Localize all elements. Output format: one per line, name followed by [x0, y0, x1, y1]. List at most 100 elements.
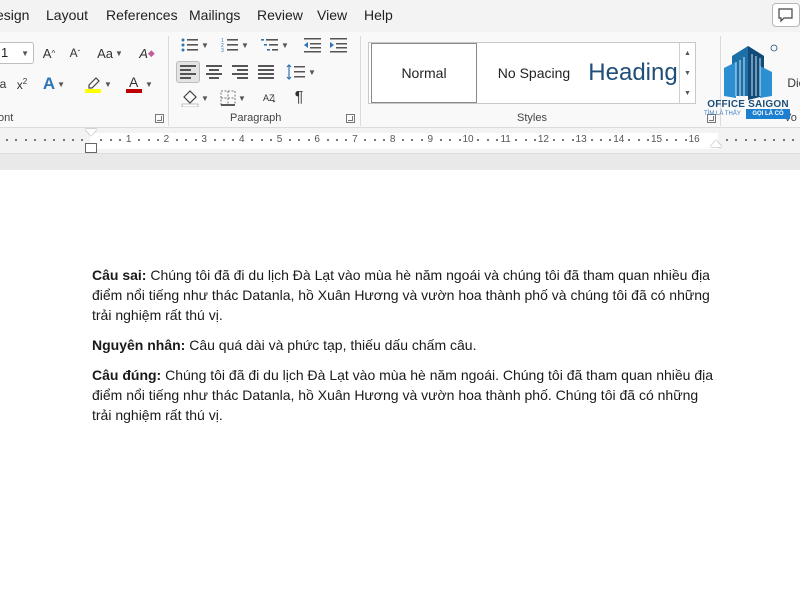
chevron-down-icon: ▼ — [281, 40, 289, 50]
align-center-button[interactable] — [202, 61, 226, 83]
chevron-down-icon: ▼ — [238, 93, 246, 103]
tab-layout[interactable]: Layout — [46, 7, 88, 23]
left-indent-marker[interactable] — [85, 143, 97, 153]
strikethrough-icon: a — [0, 77, 7, 91]
shrink-font-button[interactable]: Aˇ — [64, 42, 86, 64]
ruler-tick — [222, 139, 225, 141]
ruler-tick — [260, 139, 263, 141]
horizontal-ruler[interactable]: 1 2 3 4 5 6 7 8 9 10 11 12 13 14 15 16 — [0, 128, 800, 154]
ruler-tick — [439, 139, 442, 141]
ruler-tick — [420, 139, 423, 141]
paragraph-label: Câu đúng: — [92, 367, 162, 383]
paragraph-reason[interactable]: Nguyên nhân: Câu quá dài và phức tạp, th… — [92, 335, 720, 355]
ruler-tick — [773, 139, 776, 141]
ruler-label: 15 — [650, 134, 663, 145]
building-logo-icon — [724, 44, 778, 100]
justify-icon — [258, 63, 274, 81]
increase-indent-icon — [330, 38, 347, 53]
tab-references[interactable]: References — [106, 7, 178, 23]
increase-indent-button[interactable] — [328, 34, 350, 56]
tab-design[interactable]: esign — [0, 7, 29, 23]
ruler-tick — [524, 139, 527, 141]
text-effects-button[interactable]: A ▼ — [38, 73, 70, 95]
styles-group-label: Styles — [517, 112, 547, 124]
ruler-tick — [486, 139, 489, 141]
paragraph-group-label: Paragraph — [230, 112, 282, 124]
style-no-spacing[interactable]: No Spacing — [481, 43, 587, 103]
align-right-button[interactable] — [228, 61, 252, 83]
ruler-tick — [496, 139, 499, 141]
style-normal[interactable]: Normal — [371, 43, 477, 103]
ruler-tick — [270, 139, 273, 141]
paragraph-correct-sentence[interactable]: Câu đúng: Chúng tôi đã đi du lịch Đà Lạt… — [92, 365, 720, 425]
ruler-tick — [754, 139, 757, 141]
document-page[interactable]: Câu sai: Chúng tôi đã đi du lịch Đà Lạt … — [0, 170, 800, 600]
ruler-tick — [552, 139, 555, 141]
ruler-tick — [15, 139, 18, 141]
paragraph-wrong-sentence[interactable]: Câu sai: Chúng tôi đã đi du lịch Đà Lạt … — [92, 265, 720, 325]
decrease-indent-button[interactable] — [302, 34, 324, 56]
comments-button[interactable] — [772, 3, 800, 27]
line-spacing-button[interactable]: ▼ — [284, 61, 318, 83]
paragraph-label: Nguyên nhân: — [92, 337, 186, 353]
paragraph-dialog-launcher[interactable] — [346, 114, 355, 123]
numbering-icon: 1 2 3 — [221, 38, 239, 53]
tab-mailings[interactable]: Mailings — [189, 7, 240, 23]
strikethrough-button[interactable]: a — [0, 73, 10, 95]
multilevel-list-button[interactable]: ▼ — [258, 34, 292, 56]
first-line-indent-marker[interactable] — [85, 129, 97, 136]
document-area: Câu sai: Chúng tôi đã đi du lịch Đà Lạt … — [0, 154, 800, 600]
ruler-tick — [175, 139, 178, 141]
comment-icon — [778, 8, 793, 23]
shading-button[interactable]: ▼ — [178, 87, 212, 109]
ruler-tick — [147, 139, 150, 141]
superscript-button[interactable]: x2 — [12, 73, 32, 95]
ruler-tick — [402, 139, 405, 141]
bullets-button[interactable]: ▼ — [178, 34, 212, 56]
chevron-down-icon: ▼ — [114, 48, 123, 58]
paragraph-text: Câu quá dài và phức tạp, thiếu dấu chấm … — [185, 337, 477, 353]
tab-review[interactable]: Review — [257, 7, 303, 23]
chevron-down-icon[interactable]: ▼ — [684, 70, 691, 77]
pilcrow-icon: ¶ — [294, 89, 304, 106]
borders-button[interactable]: ▼ — [216, 87, 250, 109]
sort-button[interactable]: AZ ↓ — [258, 87, 282, 109]
show-formatting-button[interactable]: ¶ — [288, 87, 310, 109]
ruler-tick — [109, 139, 112, 141]
ruler-tick — [53, 139, 56, 141]
sort-arrow-icon: ↓ — [271, 91, 277, 105]
ruler-tick — [185, 139, 188, 141]
ruler-tick — [307, 139, 310, 141]
sort-label: AZ — [263, 92, 275, 103]
chevron-up-icon[interactable]: ▲ — [684, 50, 691, 57]
grow-font-button[interactable]: A ^ — [38, 42, 60, 64]
ruler-label: 3 — [201, 134, 207, 145]
align-left-button[interactable] — [176, 61, 200, 83]
tab-help[interactable]: Help — [364, 7, 393, 23]
ruler-tick — [213, 139, 216, 141]
clear-formatting-button[interactable]: A ◆ — [136, 42, 158, 64]
ruler-label: 16 — [688, 134, 700, 145]
numbering-button[interactable]: 1 2 3 ▼ — [218, 34, 252, 56]
more-styles-icon[interactable]: ▼ — [684, 90, 691, 97]
ruler-label: 2 — [163, 134, 170, 145]
ruler-tick — [194, 139, 197, 141]
font-size-select[interactable]: 1 ▼ — [0, 42, 34, 64]
highlight-button[interactable]: ▼ — [80, 73, 116, 95]
font-dialog-launcher[interactable] — [155, 114, 164, 123]
ruler-tick — [364, 139, 367, 141]
ruler-tick — [71, 139, 74, 141]
font-color-button[interactable]: A ▼ — [122, 73, 156, 95]
styles-scroll[interactable]: ▲ ▼ ▼ — [679, 43, 695, 103]
decrease-indent-icon — [304, 38, 321, 53]
ruler-tick — [156, 139, 159, 141]
tab-view[interactable]: View — [317, 7, 347, 23]
ruler-tick — [24, 139, 27, 141]
right-indent-marker[interactable] — [710, 140, 722, 147]
ruler-tick — [62, 139, 65, 141]
change-case-button[interactable]: Aa ▼ — [92, 42, 128, 64]
align-center-icon — [206, 63, 222, 81]
ruler-label: 13 — [575, 134, 587, 145]
style-heading[interactable]: Heading — [587, 43, 679, 103]
justify-button[interactable] — [254, 61, 278, 83]
